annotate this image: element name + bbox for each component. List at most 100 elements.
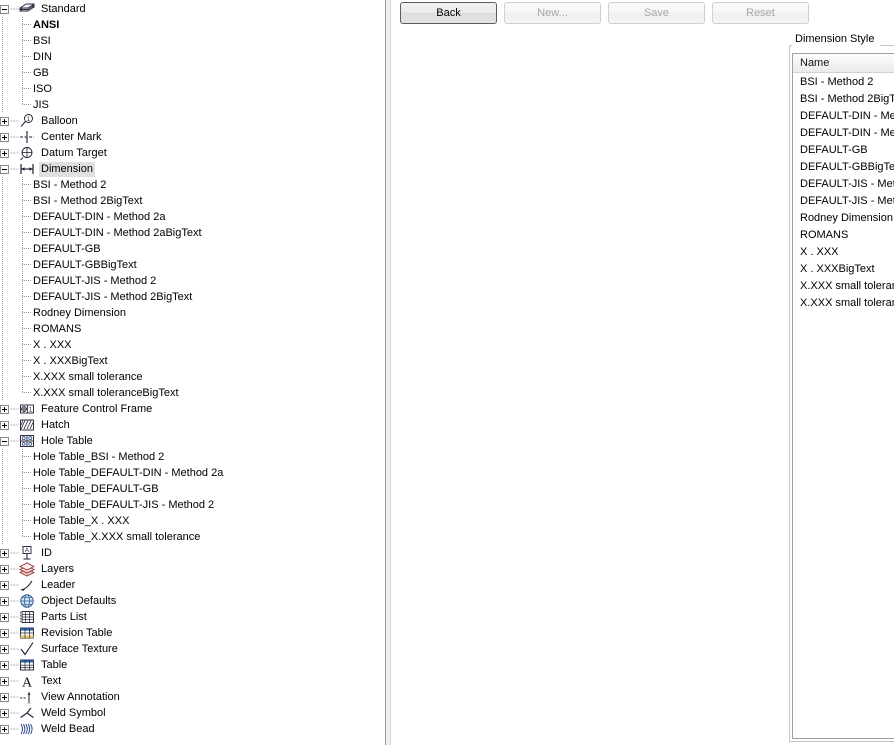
tree-trunk [0,529,11,545]
tree-item-x-xxx-small-tolerancebigtext[interactable]: X.XXX small toleranceBigText [0,385,385,401]
table-row[interactable]: DEFAULT-GBBothYesLocal [793,141,894,158]
table-row[interactable]: X.XXX small toleranceBothYesNo [793,277,894,294]
table-row[interactable]: DEFAULT-DIN - Method 2aBothYesNo [793,107,894,124]
table-row[interactable]: ROMANSBothNoLocal [793,226,894,243]
tree-item-default-gb[interactable]: DEFAULT-GB [0,241,385,257]
tree-connector [20,449,31,465]
tree-item-standard[interactable]: Standard [0,1,385,17]
tree-item-rodney-dimension[interactable]: Rodney Dimension [0,305,385,321]
reset-button[interactable]: Reset [712,2,809,24]
tree-item-hole-table[interactable]: Hole Table [0,433,385,449]
tree-expander[interactable] [0,564,9,574]
tree-item-object-defaults[interactable]: Object Defaults [0,593,385,609]
tree-item-iso[interactable]: ISO [0,81,385,97]
tree-item-id[interactable]: A ID [0,545,385,561]
save-button[interactable]: Save [608,2,705,24]
tree-item-weld-bead[interactable]: Weld Bead [0,721,385,737]
tree-item-hole-table-default-din-method-2a[interactable]: Hole Table_DEFAULT-DIN - Method 2a [0,465,385,481]
table-row[interactable]: DEFAULT-GBBigTextBothYesLocal [793,158,894,175]
cell-name: BSI - Method 2 [800,75,874,88]
new-button[interactable]: New... [504,2,601,24]
tree-item-parts-list[interactable]: Parts List [0,609,385,625]
tree-expander[interactable] [0,724,9,734]
tree-item-x-xxx[interactable]: X . XXX [0,337,385,353]
tree-item-label: Table [41,658,68,671]
tree-trunk [0,49,11,65]
tree-item-hole-table-x-xxx-small-tolerance[interactable]: Hole Table_X.XXX small tolerance [0,529,385,545]
tree-item-ansi[interactable]: ANSI [0,17,385,33]
tree-expander[interactable] [0,116,9,126]
tree-expander[interactable] [0,676,9,686]
tree-item-feature-control-frame[interactable]: 1 Feature Control Frame [0,401,385,417]
tree-expander[interactable] [0,612,9,622]
tree-item-x-xxxbigtext[interactable]: X . XXXBigText [0,353,385,369]
tree-expander[interactable] [0,164,9,174]
tree-item-revision-table[interactable]: Revision Table [0,625,385,641]
tree-item-hole-table-x-xxx[interactable]: Hole Table_X . XXX [0,513,385,529]
tree-item-bsi[interactable]: BSI [0,33,385,49]
tree-item-hole-table-bsi-method-2[interactable]: Hole Table_BSI - Method 2 [0,449,385,465]
tree-item-hole-table-default-jis-method-2[interactable]: Hole Table_DEFAULT-JIS - Method 2 [0,497,385,513]
tree-item-default-jis-method-2[interactable]: DEFAULT-JIS - Method 2 [0,273,385,289]
tree-expander[interactable] [0,708,9,718]
tree-expander[interactable] [0,596,9,606]
table-row[interactable]: DEFAULT-JIS - Method 2BothYesNo [793,175,894,192]
tree-expander[interactable] [0,692,9,702]
tree-item-default-din-method-2a[interactable]: DEFAULT-DIN - Method 2a [0,209,385,225]
tree-expander[interactable] [0,548,9,558]
tree-item-label: Text [41,674,62,687]
tree-item-x-xxx-small-tolerance[interactable]: X.XXX small tolerance [0,369,385,385]
table-row[interactable]: DEFAULT-JIS - Method 2BigTextBothYesNo [793,192,894,209]
tree-expander[interactable] [0,4,9,14]
tree-item-romans[interactable]: ROMANS [0,321,385,337]
tree-item-jis[interactable]: JIS [0,97,385,113]
tree-item-dimension[interactable]: Dimension [0,161,385,177]
tree-expander[interactable] [0,436,9,446]
tree-item-layers[interactable]: Layers [0,561,385,577]
tree-item-label: Hole Table_X . XXX [33,514,130,527]
tree-item-default-din-method-2abigtext[interactable]: DEFAULT-DIN - Method 2aBigText [0,225,385,241]
tree-item-text[interactable]: A Text [0,673,385,689]
table-row[interactable]: X . XXXBothYesLocal [793,243,894,260]
tree-item-view-annotation[interactable]: A View Annotation [0,689,385,705]
table-row[interactable]: DEFAULT-DIN - Method 2aBigTextBothYesNo [793,124,894,141]
style-tree-panel[interactable]: Standard ANSI BSI DIN GB ISO JIS 1 Balloon Center… [0,0,385,745]
tree-item-default-gbbigtext[interactable]: DEFAULT-GBBigText [0,257,385,273]
table-row[interactable]: X . XXXBigTextBothYesLocal [793,260,894,277]
tree-item-weld-symbol[interactable]: Weld Symbol [0,705,385,721]
tree-connector [10,721,19,737]
tree-item-balloon[interactable]: 1 Balloon [0,113,385,129]
tree-connector [20,289,31,305]
tree-item-label: DEFAULT-DIN - Method 2a [33,210,166,223]
tree-item-surface-texture[interactable]: Surface Texture [0,641,385,657]
table-row[interactable]: X.XXX small toleranceBigTextBothYesNo [793,294,894,311]
tree-item-default-jis-method-2bigtext[interactable]: DEFAULT-JIS - Method 2BigText [0,289,385,305]
tree-expander[interactable] [0,644,9,654]
tree-connector [10,113,19,129]
tree-item-center-mark[interactable]: Center Mark [0,129,385,145]
table-row[interactable]: Rodney DimensionBothYesNo [793,209,894,226]
table-row[interactable]: BSI - Method 2BigTextBothYesLocal [793,90,894,107]
table-row[interactable]: BSI - Method 2BothYesLocal [793,73,894,90]
tree-expander[interactable] [0,148,9,158]
back-button[interactable]: Back [400,2,497,24]
tree-trunk [0,193,11,209]
tree-expander[interactable] [0,580,9,590]
parts-list-icon [19,609,35,625]
tree-item-datum-target[interactable]: Datum Target [0,145,385,161]
tree-expander[interactable] [0,132,9,142]
tree-item-hatch[interactable]: Hatch [0,417,385,433]
tree-expander[interactable] [0,420,9,430]
tree-expander[interactable] [0,404,9,414]
tree-item-din[interactable]: DIN [0,49,385,65]
column-header-name[interactable]: Name [793,54,894,72]
tree-expander[interactable] [0,660,9,670]
dimension-style-table[interactable]: Name Location In Use Changes BSI - Metho… [792,53,894,739]
tree-item-gb[interactable]: GB [0,65,385,81]
tree-item-table[interactable]: Table [0,657,385,673]
tree-item-leader[interactable]: Leader [0,577,385,593]
tree-item-bsi-method-2bigtext[interactable]: BSI - Method 2BigText [0,193,385,209]
tree-expander[interactable] [0,628,9,638]
tree-item-bsi-method-2[interactable]: BSI - Method 2 [0,177,385,193]
tree-item-hole-table-default-gb[interactable]: Hole Table_DEFAULT-GB [0,481,385,497]
